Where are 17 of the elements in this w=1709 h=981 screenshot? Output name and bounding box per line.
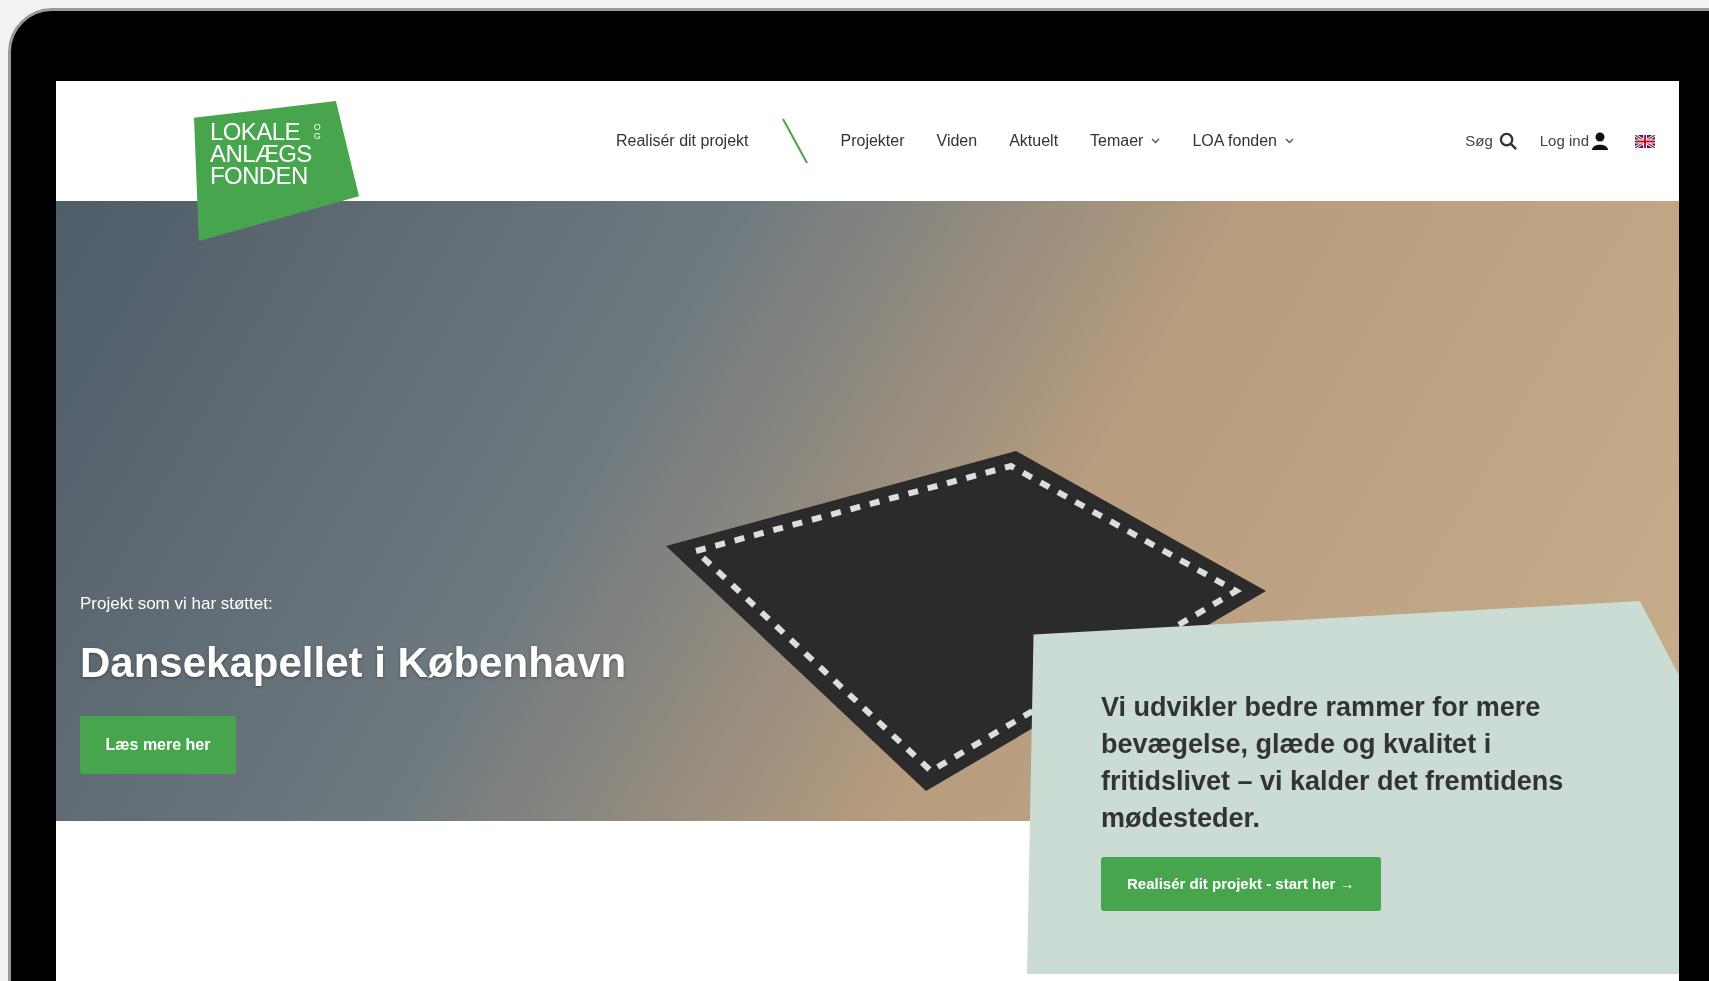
search-icon bbox=[1498, 131, 1518, 151]
hero-eyebrow: Projekt som vi har støttet: bbox=[80, 593, 273, 615]
chevron-down-icon bbox=[1284, 138, 1294, 144]
nav-link[interactable]: LOA fonden bbox=[1192, 129, 1294, 153]
intro-text: Vi udvikler bedre rammer for mere bevægelse, glæde og kvalitet i fritidslivet – vi kalder det fremtidens mødesteder. bbox=[1101, 691, 1565, 835]
nav-link[interactable]: Projekter bbox=[840, 129, 905, 153]
search-button[interactable]: Søg bbox=[1465, 129, 1518, 153]
nav-link[interactable]: Aktuelt bbox=[1009, 129, 1059, 153]
nav-link[interactable]: Viden bbox=[936, 129, 978, 153]
chevron-down-icon bbox=[1151, 138, 1161, 144]
login-button[interactable]: Log ind bbox=[1539, 129, 1609, 153]
uk-flag-icon[interactable] bbox=[1635, 134, 1655, 148]
nav-link[interactable]: Realisér dit projekt bbox=[616, 129, 749, 153]
user-icon bbox=[1591, 132, 1609, 150]
nav-link[interactable]: Temaer bbox=[1090, 129, 1161, 153]
hero-title: Dansekapellet i København bbox=[80, 637, 627, 688]
slash-divider bbox=[780, 118, 809, 164]
